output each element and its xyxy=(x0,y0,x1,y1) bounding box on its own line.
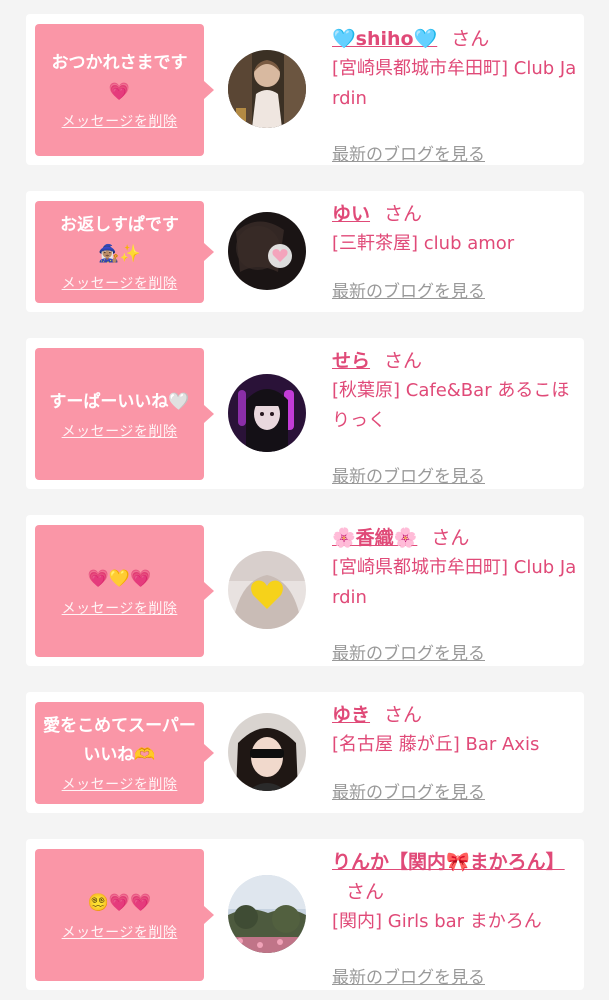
avatar[interactable] xyxy=(228,713,306,791)
latest-blog-link[interactable]: 最新のブログを見る xyxy=(332,778,485,803)
message-text: おつかれさまです💗 xyxy=(51,53,188,102)
delete-message-link[interactable]: メッセージを削除 xyxy=(62,111,178,131)
avatar-photo-icon xyxy=(228,713,306,791)
name-line: せら さん xyxy=(332,346,577,376)
honorific: さん xyxy=(384,203,423,225)
honorific: さん xyxy=(451,28,490,50)
avatar[interactable] xyxy=(228,212,306,290)
user-name-link[interactable]: せら xyxy=(332,350,370,372)
honorific: さん xyxy=(384,704,423,726)
avatar[interactable] xyxy=(228,374,306,452)
latest-blog-link[interactable]: 最新のブログを見る xyxy=(332,639,485,664)
message-list: おつかれさまです💗 メッセージを削除 🩵shiho🩵 さん [宮崎県都城市牟田町]… xyxy=(0,0,609,1000)
user-name-link[interactable]: りんか【関内🎀まかろん】 xyxy=(332,851,565,873)
avatar-photo-icon xyxy=(228,551,306,629)
avatar[interactable] xyxy=(228,875,306,953)
avatar-photo-icon xyxy=(228,374,306,452)
avatar-photo-icon xyxy=(228,212,306,290)
latest-blog-link[interactable]: 最新のブログを見る xyxy=(332,140,485,165)
shop-text: [秋葉原] Cafe&Bar あるこほりっく xyxy=(332,380,570,431)
user-name-link[interactable]: 🌸香織🌸 xyxy=(332,527,417,549)
user-info: ゆい さん [三軒茶屋] club amor 最新のブログを見る xyxy=(332,199,577,302)
name-line: 🩵shiho🩵 さん xyxy=(332,24,577,54)
user-info: ゆき さん [名古屋 藤が丘] Bar Axis 最新のブログを見る xyxy=(332,700,577,803)
user-name-link[interactable]: 🩵shiho🩵 xyxy=(332,28,437,50)
avatar-photo-icon xyxy=(228,875,306,953)
avatar[interactable] xyxy=(228,551,306,629)
message-card: 😵‍💫💗💗 メッセージを削除 りんか【関内🎀まかろん】さん [関内] Girls… xyxy=(26,839,584,990)
user-name-link[interactable]: ゆき xyxy=(332,704,370,726)
latest-blog-link[interactable]: 最新のブログを見る xyxy=(332,277,485,302)
message-card: 💗💛💗 メッセージを削除 🌸香織🌸 さん [宮崎県都城市牟田町] Club Jar… xyxy=(26,515,584,666)
name-line: ゆき さん xyxy=(332,700,577,730)
user-info: りんか【関内🎀まかろん】さん [関内] Girls bar まかろん 最新のブロ… xyxy=(332,847,577,988)
name-line: ゆい さん xyxy=(332,199,577,229)
delete-message-link[interactable]: メッセージを削除 xyxy=(62,922,178,942)
shop-text: [名古屋 藤が丘] Bar Axis xyxy=(332,734,540,755)
avatar-photo-icon xyxy=(228,50,306,128)
message-text: 💗💛💗 xyxy=(87,568,152,589)
message-text: お返しすぱです🧙🏽‍♀️✨ xyxy=(60,215,179,264)
delete-message-link[interactable]: メッセージを削除 xyxy=(62,421,178,441)
message-bubble: おつかれさまです💗 メッセージを削除 xyxy=(35,24,214,156)
message-bubble: 💗💛💗 メッセージを削除 xyxy=(35,525,214,657)
shop-text: [関内] Girls bar まかろん xyxy=(332,911,542,932)
message-card: おつかれさまです💗 メッセージを削除 🩵shiho🩵 さん [宮崎県都城市牟田町]… xyxy=(26,14,584,165)
user-info: 🩵shiho🩵 さん [宮崎県都城市牟田町] Club Jardin 最新のブログ… xyxy=(332,24,577,165)
name-line: 🌸香織🌸 さん xyxy=(332,523,577,553)
shop-text: [宮崎県都城市牟田町] Club Jardin xyxy=(332,557,577,608)
message-card: 愛をこめてスーパーいいね🫶 メッセージを削除 ゆき さん [名古屋 藤が丘] Ba… xyxy=(26,692,584,813)
user-info: せら さん [秋葉原] Cafe&Bar あるこほりっく 最新のブログを見る xyxy=(332,346,577,487)
delete-message-link[interactable]: メッセージを削除 xyxy=(62,273,178,293)
honorific: さん xyxy=(346,881,385,903)
latest-blog-link[interactable]: 最新のブログを見る xyxy=(332,963,485,988)
shop-text: [三軒茶屋] club amor xyxy=(332,233,515,254)
message-bubble: 😵‍💫💗💗 メッセージを削除 xyxy=(35,849,214,981)
message-bubble: すーぱーいいね🤍 メッセージを削除 xyxy=(35,348,214,480)
honorific: さん xyxy=(384,350,423,372)
delete-message-link[interactable]: メッセージを削除 xyxy=(62,598,178,618)
user-name-link[interactable]: ゆい xyxy=(332,203,370,225)
message-text: すーぱーいいね🤍 xyxy=(49,391,190,412)
name-line: りんか【関内🎀まかろん】さん xyxy=(332,847,577,907)
message-bubble: お返しすぱです🧙🏽‍♀️✨ メッセージを削除 xyxy=(35,201,214,303)
message-card: すーぱーいいね🤍 メッセージを削除 せら さん [秋葉原] Cafe&Bar ある… xyxy=(26,338,584,489)
delete-message-link[interactable]: メッセージを削除 xyxy=(62,774,178,794)
message-text: 愛をこめてスーパーいいね🫶 xyxy=(43,716,196,765)
message-text: 😵‍💫💗💗 xyxy=(87,892,152,913)
user-info: 🌸香織🌸 さん [宮崎県都城市牟田町] Club Jardin 最新のブログを見る xyxy=(332,523,577,664)
message-bubble: 愛をこめてスーパーいいね🫶 メッセージを削除 xyxy=(35,702,214,804)
message-card: お返しすぱです🧙🏽‍♀️✨ メッセージを削除 ゆい さん [三軒茶屋] club … xyxy=(26,191,584,312)
honorific: さん xyxy=(431,527,470,549)
shop-text: [宮崎県都城市牟田町] Club Jardin xyxy=(332,58,577,109)
avatar[interactable] xyxy=(228,50,306,128)
latest-blog-link[interactable]: 最新のブログを見る xyxy=(332,462,485,487)
